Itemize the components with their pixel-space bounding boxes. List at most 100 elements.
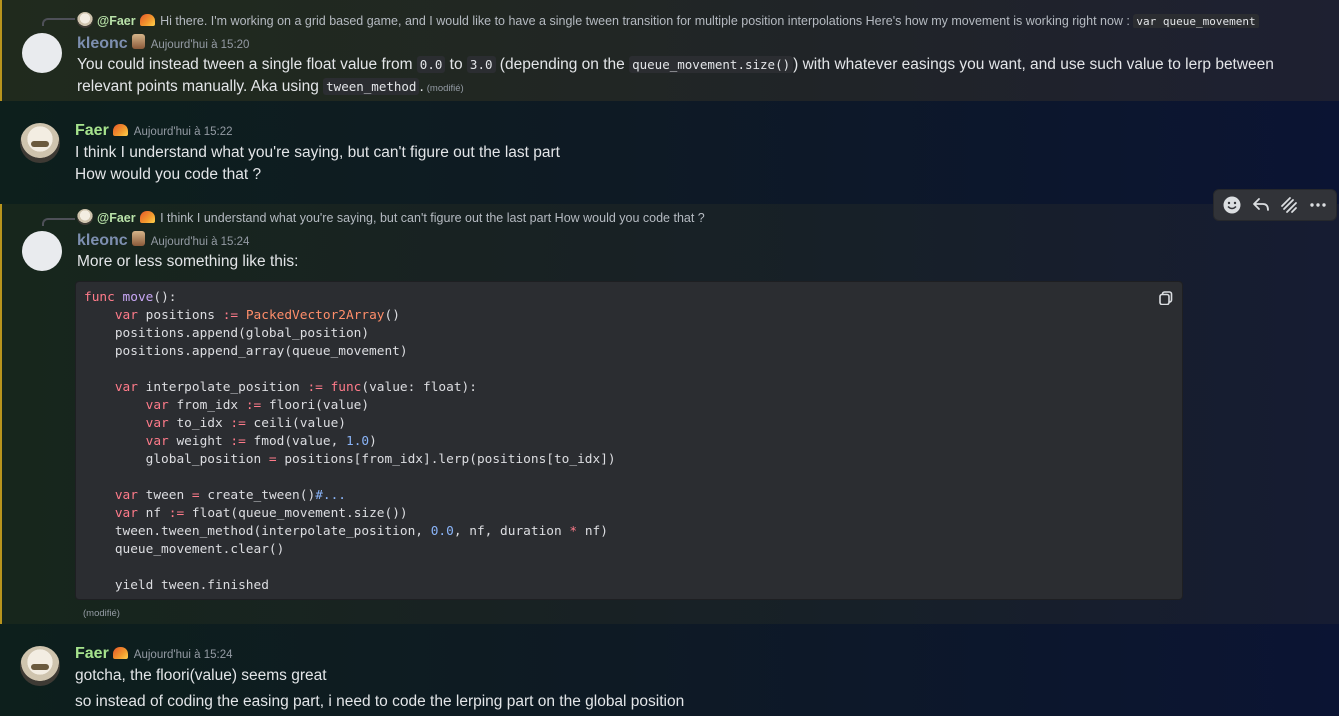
code-line: func move(): (84, 289, 1174, 307)
message-header: kleonc Aujourd'hui à 15:24 (77, 231, 249, 250)
code-token: ceili(value) (253, 416, 346, 431)
code-token: var (145, 398, 177, 413)
reply-author[interactable]: @Faer (97, 14, 136, 28)
code-token: func (84, 290, 123, 305)
message-body: I think I understand what you're saying,… (75, 142, 560, 186)
text-segment: to (445, 56, 467, 73)
message-faer-1: Faer Aujourd'hui à 15:22 I think I unders… (0, 101, 1339, 204)
timestamp: Aujourd'hui à 15:24 (133, 649, 233, 661)
message-header: Faer Aujourd'hui à 15:24 (75, 645, 233, 663)
code-token: var (114, 506, 146, 521)
code-token: := (222, 308, 246, 323)
code-token: create_tween() (207, 488, 316, 503)
code-token: tween.tween_method(interpolate_position, (84, 524, 431, 539)
message-body: More or less something like this: (77, 253, 299, 270)
code-lines: func move(): var positions := PackedVect… (84, 289, 1174, 595)
code-token: * (569, 524, 585, 539)
code-token: queue_movement.clear() (84, 542, 285, 557)
code-token: nf (145, 506, 169, 521)
reply-text: I think I understand what you're saying,… (160, 211, 705, 225)
avatar-faer[interactable] (20, 646, 60, 686)
message-line: so instead of coding the easing part, i … (75, 693, 685, 710)
username[interactable]: Faer (75, 645, 109, 662)
pizza-badge-icon (139, 14, 155, 26)
code-line: queue_movement.clear() (84, 541, 1174, 559)
code-token: 0.0 (430, 524, 454, 539)
more-icon (1310, 203, 1326, 207)
code-line: yield tween.finished (84, 577, 1174, 595)
code-token: nf) (584, 524, 608, 539)
code-token: move (122, 290, 154, 305)
text-segment: You could instead tween a single float v… (77, 56, 417, 73)
code-line: tween.tween_method(interpolate_position,… (84, 523, 1174, 541)
code-token: from_idx (176, 398, 246, 413)
code-token: := func (307, 380, 362, 395)
code-token: := (230, 416, 254, 431)
more-button[interactable] (1306, 193, 1330, 217)
edited-marker: (modifié) (426, 83, 464, 94)
avatar-faer[interactable] (20, 123, 60, 163)
code-token: positions.append(global_position) (84, 326, 370, 341)
code-token: := (230, 434, 254, 449)
code-line: global_position = positions[from_idx].le… (84, 451, 1174, 469)
add-reaction-button[interactable] (1220, 193, 1244, 217)
username[interactable]: kleonc (77, 232, 128, 249)
code-token: weight (176, 434, 231, 449)
code-token: to_idx (176, 416, 231, 431)
cat-badge-icon (131, 34, 145, 49)
code-token: positions.append_array(queue_movement) (84, 344, 408, 359)
timestamp: Aujourd'hui à 15:22 (133, 126, 233, 138)
username[interactable]: Faer (75, 122, 109, 139)
reply-icon (1252, 198, 1269, 211)
smiley-icon (1223, 196, 1241, 214)
reply-preview[interactable]: @Faer I think I understand what you're s… (77, 209, 1177, 225)
code-token: var (145, 416, 177, 431)
code-line: var to_idx := ceili(value) (84, 415, 1174, 433)
message-header: kleonc Aujourd'hui à 15:20 (77, 34, 249, 53)
text-segment: (depending on the (495, 56, 630, 73)
code-token: tween (145, 488, 192, 503)
code-token: := (245, 398, 269, 413)
code-token: () (384, 308, 400, 323)
copy-icon[interactable] (1159, 291, 1173, 305)
code-token: (): (153, 290, 177, 305)
cat-badge-icon (131, 231, 145, 246)
code-block[interactable]: func move(): var positions := PackedVect… (75, 281, 1183, 600)
code-token: positions[from_idx].lerp(positions[to_id… (284, 452, 616, 467)
message-header: Faer Aujourd'hui à 15:22 (75, 122, 233, 140)
inline-code: 3.0 (466, 56, 496, 73)
code-line: var positions := PackedVector2Array() (84, 307, 1174, 325)
message-actions-toolbar (1213, 189, 1337, 221)
message-line: I think I understand what you're saying,… (75, 144, 560, 161)
message-line: How would you code that ? (75, 166, 262, 183)
code-token: , nf, duration (453, 524, 570, 539)
code-line: positions.append_array(queue_movement) (84, 343, 1174, 361)
code-line: var interpolate_position := func(value: … (84, 379, 1174, 397)
code-token: = (191, 488, 208, 503)
reply-avatar-icon (77, 12, 93, 28)
message-kleonc-1: @Faer Hi there. I'm working on a grid ba… (0, 0, 1339, 101)
reply-button[interactable] (1249, 193, 1273, 217)
message-body: gotcha, the floori(value) seems great so… (75, 665, 684, 713)
avatar-kleonc[interactable] (22, 33, 62, 73)
edited-marker: (modifié) (83, 608, 120, 619)
code-line: var tween = create_tween()#... (84, 487, 1174, 505)
code-token: 1.0 (345, 434, 370, 449)
code-token: fmod(value, (253, 434, 346, 449)
forward-button[interactable] (1277, 193, 1301, 217)
reply-preview[interactable]: @Faer Hi there. I'm working on a grid ba… (77, 12, 1312, 28)
avatar-kleonc[interactable] (22, 231, 62, 271)
code-line: var nf := float(queue_movement.size()) (84, 505, 1174, 523)
username[interactable]: kleonc (77, 35, 128, 52)
reply-text: Hi there. I'm working on a grid based ga… (160, 14, 1130, 28)
reply-spine (42, 18, 75, 26)
message-body: You could instead tween a single float v… (77, 54, 1277, 100)
reply-author[interactable]: @Faer (97, 211, 136, 225)
